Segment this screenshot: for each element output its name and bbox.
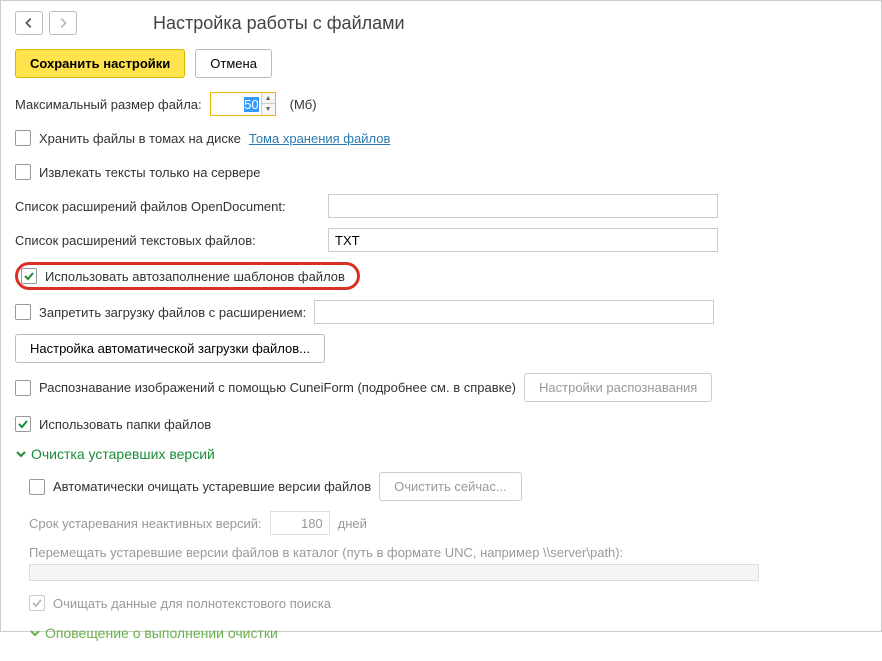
chevron-down-icon	[15, 448, 27, 460]
chevron-down-icon	[29, 627, 41, 639]
move-path-label: Перемещать устаревшие версии файлов в ка…	[29, 545, 867, 560]
text-ext-label: Список расширений текстовых файлов:	[15, 233, 320, 248]
max-file-size-input[interactable]	[211, 93, 261, 115]
cleanup-section-label: Очистка устаревших версий	[31, 446, 215, 462]
max-file-size-unit: (Мб)	[290, 97, 317, 112]
forward-button[interactable]	[49, 11, 77, 35]
auto-cleanup-checkbox[interactable]	[29, 479, 45, 495]
template-autofill-label: Использовать автозаполнение шаблонов фай…	[45, 269, 345, 284]
template-autofill-checkbox[interactable]	[21, 268, 37, 284]
storage-volumes-link[interactable]: Тома хранения файлов	[249, 131, 390, 146]
restrict-upload-label: Запретить загрузку файлов с расширением:	[39, 305, 306, 320]
spinner-up-icon[interactable]: ▲	[262, 93, 275, 104]
auto-load-settings-button[interactable]: Настройка автоматической загрузки файлов…	[15, 334, 325, 363]
inactive-age-unit: дней	[338, 516, 367, 531]
store-volumes-checkbox[interactable]	[15, 130, 31, 146]
use-file-folders-label: Использовать папки файлов	[39, 417, 211, 432]
back-button[interactable]	[15, 11, 43, 35]
inactive-age-label: Срок устаревания неактивных версий:	[29, 516, 262, 531]
cleanup-section-header[interactable]: Очистка устаревших версий	[15, 446, 867, 462]
text-ext-input[interactable]	[328, 228, 718, 252]
extract-server-checkbox[interactable]	[15, 164, 31, 180]
opendoc-ext-input[interactable]	[328, 194, 718, 218]
opendoc-ext-label: Список расширений файлов OpenDocument:	[15, 199, 320, 214]
store-volumes-label: Хранить файлы в томах на диске	[39, 131, 241, 146]
cleanup-now-button[interactable]: Очистить сейчас...	[379, 472, 522, 501]
notification-section-label: Оповещение о выполнении очистки	[45, 625, 278, 641]
save-button[interactable]: Сохранить настройки	[15, 49, 185, 78]
move-path-input[interactable]	[29, 564, 759, 581]
page-title: Настройка работы с файлами	[153, 13, 405, 34]
max-file-size-label: Максимальный размер файла:	[15, 97, 202, 112]
inactive-age-input[interactable]	[270, 511, 330, 535]
clean-fulltext-label: Очищать данные для полнотекстового поиск…	[53, 596, 331, 611]
cuneiform-settings-button[interactable]: Настройки распознавания	[524, 373, 712, 402]
restrict-upload-checkbox[interactable]	[15, 304, 31, 320]
clean-fulltext-checkbox	[29, 595, 45, 611]
cuneiform-checkbox[interactable]	[15, 380, 31, 396]
spinner-down-icon[interactable]: ▼	[262, 104, 275, 115]
restrict-upload-input[interactable]	[314, 300, 714, 324]
cuneiform-label: Распознавание изображений с помощью Cune…	[39, 380, 516, 395]
extract-server-label: Извлекать тексты только на сервере	[39, 165, 260, 180]
cancel-button[interactable]: Отмена	[195, 49, 272, 78]
use-file-folders-checkbox[interactable]	[15, 416, 31, 432]
highlighted-autofill-row: Использовать автозаполнение шаблонов фай…	[15, 262, 360, 290]
auto-cleanup-label: Автоматически очищать устаревшие версии …	[53, 479, 371, 494]
notification-section-header[interactable]: Оповещение о выполнении очистки	[29, 625, 867, 641]
max-file-size-field[interactable]: ▲ ▼	[210, 92, 276, 116]
